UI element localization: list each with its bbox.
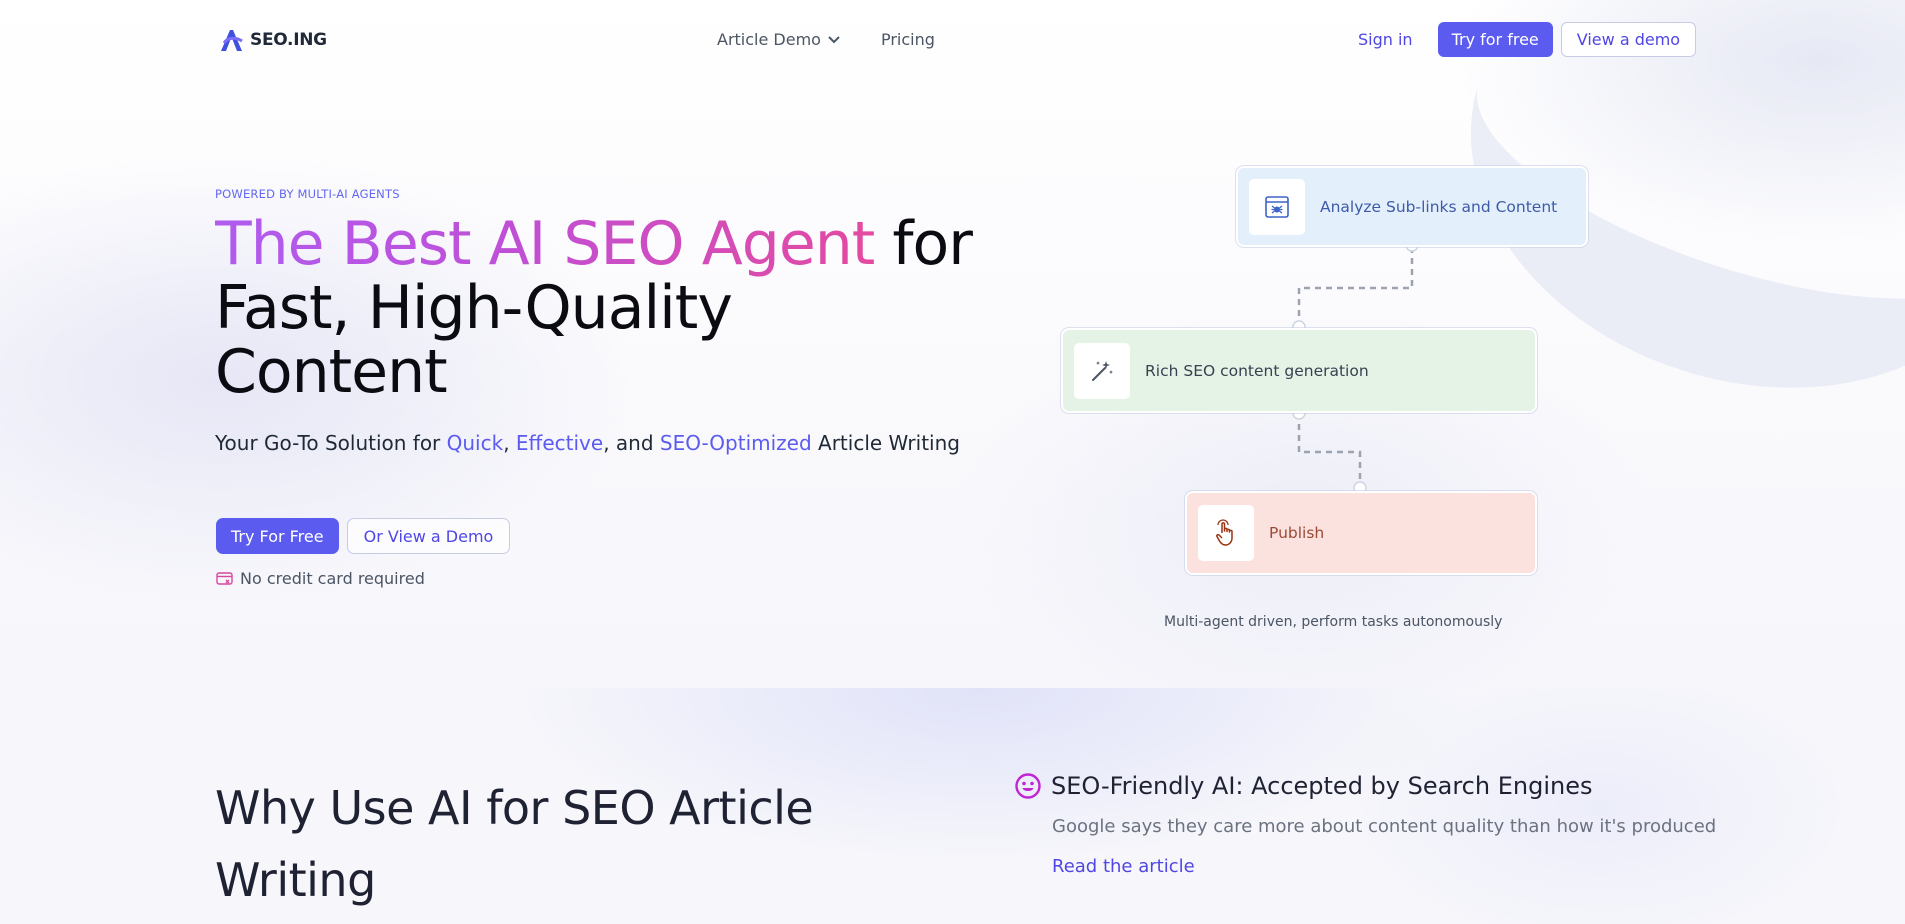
pointer-hand-icon [1216, 519, 1233, 546]
workflow-step-analyze: Analyze Sub-links and Content [1236, 166, 1588, 247]
subtitle-prefix: Your Go-To Solution for [215, 431, 447, 455]
subtitle-effective: Effective [515, 431, 604, 455]
feature-title: SEO-Friendly AI: Accepted by Search Engi… [1051, 772, 1593, 800]
nav-pricing-label: Pricing [880, 30, 935, 49]
step-generate-icon-box [1074, 342, 1130, 399]
sign-in-link[interactable]: Sign in [1358, 30, 1413, 49]
chevron-down-icon [828, 35, 840, 43]
subtitle-sep-1: , [503, 431, 516, 455]
why-heading: Why Use AI for SEO Article Writing [215, 781, 814, 907]
feature-description: Google says they care more about content… [1052, 816, 1717, 837]
subtitle-sep-2: , and [603, 431, 660, 455]
step-analyze-label: Analyze Sub-links and Content [1320, 197, 1558, 216]
hero-eyebrow: POWERED BY MULTI-AI AGENTS [215, 187, 400, 201]
hero-subtitle: Your Go-To Solution for Quick, Effective… [215, 431, 960, 455]
step-publish-icon-box [1198, 505, 1254, 561]
nav-actions: Sign in Try for free View a demo [1358, 22, 1697, 57]
workflow-step-generate: Rich SEO content generation [1061, 328, 1537, 413]
magic-wand-icon [1092, 360, 1113, 381]
smiley-icon [1015, 773, 1041, 799]
hero-cta-group: Try For Free Or View a Demo [216, 518, 511, 554]
spider-web-icon [1265, 195, 1289, 218]
top-navigation: SEO.ING Article Demo Pricing Sign in Try… [0, 0, 1905, 80]
step-analyze-icon-box [1249, 178, 1305, 235]
view-demo-button[interactable]: View a demo [1560, 22, 1697, 57]
step-generate-label: Rich SEO content generation [1145, 361, 1369, 380]
hero-view-demo-button[interactable]: Or View a Demo [346, 518, 511, 554]
logo-text: SEO.ING [250, 30, 327, 50]
diagram-caption: Multi-agent driven, perform tasks autono… [1164, 614, 1503, 630]
workflow-step-publish: Publish [1185, 491, 1537, 575]
no-credit-card-text: No credit card required [240, 569, 425, 588]
feature-title-row: SEO-Friendly AI: Accepted by Search Engi… [1014, 772, 1592, 800]
main-menu: Article Demo Pricing [717, 30, 935, 49]
try-for-free-button[interactable]: Try for free [1437, 22, 1553, 57]
nav-article-demo-label: Article Demo [717, 30, 821, 49]
hero-try-free-button[interactable]: Try For Free [216, 518, 339, 554]
credit-card-off-icon [216, 571, 233, 585]
step-publish-label: Publish [1269, 524, 1325, 542]
no-credit-card-note: No credit card required [216, 569, 425, 588]
nav-article-demo[interactable]: Article Demo [717, 30, 841, 49]
subtitle-quick: Quick [446, 431, 504, 455]
hero-title: The Best AI SEO Agent for Fast, High-Qua… [215, 212, 975, 404]
logo-icon [221, 30, 243, 51]
logo[interactable]: SEO.ING [218, 27, 327, 53]
read-article-link[interactable]: Read the article [1052, 856, 1195, 877]
subtitle-seo-optimized: SEO-Optimized [659, 431, 812, 455]
nav-pricing[interactable]: Pricing [881, 30, 935, 49]
hero-title-highlight: The Best AI SEO Agent [215, 209, 875, 279]
subtitle-suffix: Article Writing [811, 431, 960, 455]
